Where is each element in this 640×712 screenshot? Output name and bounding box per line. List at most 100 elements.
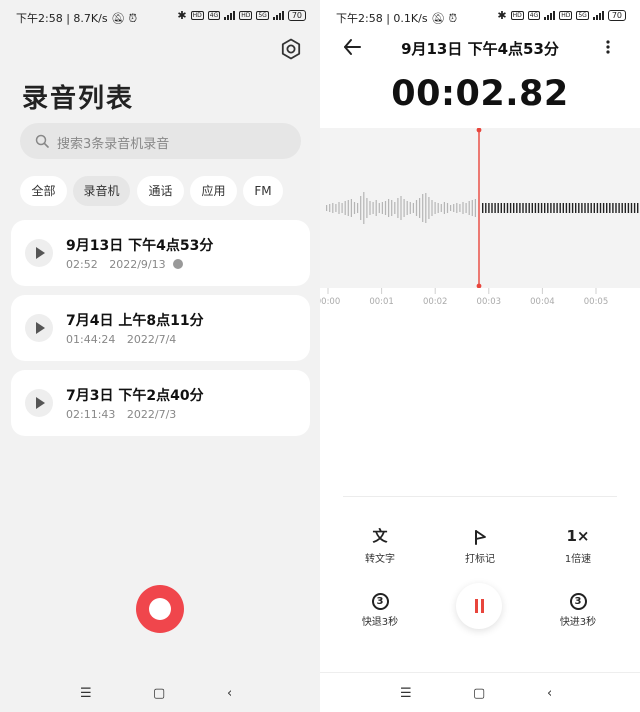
playhead-knob[interactable]	[476, 128, 482, 133]
menu-icon[interactable]: ☰	[400, 686, 412, 701]
waveform-bar	[618, 203, 620, 213]
waveform-bar	[332, 203, 334, 213]
waveform-bar	[360, 196, 362, 220]
record-button[interactable]	[136, 585, 184, 633]
waveform-bar	[540, 203, 543, 213]
network-type-badge: 5G	[576, 11, 589, 20]
waveform-bar	[615, 203, 617, 213]
pause-button[interactable]	[456, 583, 502, 629]
waveform-bar	[357, 203, 359, 213]
waveform-bar	[403, 199, 405, 217]
filter-chip-calls[interactable]: 通话	[137, 176, 184, 206]
waveform[interactable]	[320, 128, 640, 288]
recording-card[interactable]: 7月4日 上午8点11分 01:44:24 2022/7/4	[11, 295, 310, 361]
waveform-bar	[630, 203, 633, 213]
recording-card[interactable]: 9月13日 下午4点53分 02:52 2022/9/13	[11, 220, 310, 286]
waveform-bar	[609, 203, 611, 213]
menu-icon[interactable]: ☰	[80, 686, 92, 701]
waveform-bar	[409, 202, 411, 214]
waveform-bar	[468, 201, 470, 215]
system-nav-bar: ☰ ▢ ‹	[320, 672, 640, 712]
waveform-bar	[519, 203, 521, 213]
recording-date: 2022/7/4	[126, 333, 177, 346]
player-screen: 下午2:58 | 0.1K/s 🔕︎ ⏰︎ ✱ HD 4G HD 5G 70 9…	[320, 0, 640, 712]
play-icon[interactable]	[25, 389, 53, 417]
signal-icon	[272, 11, 284, 20]
waveform-bar	[497, 203, 499, 213]
recording-title: 7月3日 下午2点40分	[66, 388, 204, 404]
recording-card[interactable]: 7月3日 下午2点40分 02:11:43 2022/7/3	[11, 370, 310, 436]
forward-3s-icon: 3	[569, 593, 587, 610]
waveform-bar	[397, 198, 399, 218]
waveform-bar	[494, 203, 496, 213]
network-speed: 0.1K/s	[393, 12, 428, 25]
waveform-bar	[599, 203, 602, 213]
transcribe-button[interactable]: 文 转文字	[340, 526, 420, 565]
signal-icon	[544, 11, 556, 20]
waveform-bar	[553, 203, 555, 213]
more-options-icon[interactable]	[606, 40, 610, 54]
alarm-icon: ⏰︎	[128, 12, 138, 25]
waveform-bar	[606, 203, 608, 213]
elapsed-timer: 00:02.82	[391, 74, 569, 114]
filter-chip-all[interactable]: 全部	[20, 176, 67, 206]
home-icon[interactable]: ▢	[153, 686, 165, 701]
play-icon[interactable]	[25, 314, 53, 342]
waveform-bar	[437, 203, 439, 213]
waveform-bar	[537, 203, 540, 213]
waveform-bar	[624, 203, 626, 213]
timeline-tick-label: 00:05	[584, 297, 609, 307]
hd-badge: HD	[239, 11, 253, 20]
recording-date: 2022/7/3	[126, 408, 177, 421]
waveform-bar	[422, 194, 424, 222]
alarm-icon: ⏰︎	[448, 12, 458, 25]
waveform-bar	[471, 200, 473, 216]
speed-label: 1倍速	[564, 554, 592, 565]
waveform-bar	[544, 203, 546, 213]
add-marker-button[interactable]: 打标记	[440, 526, 520, 565]
waveform-bar	[590, 203, 592, 213]
source-icon	[173, 259, 184, 269]
waveform-bar	[509, 203, 512, 213]
waveform-bar	[341, 203, 343, 213]
search-placeholder: 搜索3条录音机录音	[57, 137, 170, 152]
forward-label: 快进3秒	[559, 617, 597, 628]
rewind-button[interactable]: 3 快退3秒	[340, 589, 420, 628]
divider	[343, 496, 617, 497]
forward-button[interactable]: 3 快进3秒	[538, 589, 618, 628]
filter-chip-apps[interactable]: 应用	[190, 176, 237, 206]
mute-icon: 🔕︎	[111, 12, 126, 25]
waveform-bar	[559, 203, 561, 213]
recording-duration: 02:52	[66, 258, 98, 271]
waveform-bar	[506, 203, 509, 213]
timeline-tick-label: 00:04	[530, 297, 555, 307]
waveform-bar	[329, 204, 331, 212]
flag-icon	[475, 529, 486, 545]
waveform-bar	[450, 205, 452, 211]
hd-badge: HD	[190, 11, 204, 20]
waveform-bar	[581, 203, 583, 213]
filter-chip-recorder[interactable]: 录音机	[73, 176, 130, 206]
bluetooth-icon: ✱	[177, 9, 187, 22]
back-nav-icon[interactable]: ‹	[227, 686, 232, 701]
back-nav-icon[interactable]: ‹	[547, 686, 552, 701]
settings-gear-icon[interactable]	[280, 38, 302, 60]
recording-title: 9月13日 下午4点53分	[401, 40, 559, 58]
recording-duration: 01:44:24	[66, 333, 116, 346]
status-time: 下午2:58	[16, 12, 63, 25]
status-bar: 下午2:58 | 0.1K/s 🔕︎ ⏰︎ ✱ HD 4G HD 5G 70	[320, 0, 640, 30]
recordings-list-screen: 下午2:58 | 8.7K/s 🔕︎ ⏰︎ ✱ HD 4G HD 5G 70 录…	[0, 0, 320, 712]
filter-chip-fm[interactable]: FM	[243, 176, 283, 206]
speed-icon: 1×	[566, 527, 590, 545]
recording-title: 7月4日 上午8点11分	[66, 313, 204, 329]
home-icon[interactable]: ▢	[473, 686, 485, 701]
search-input[interactable]: 搜索3条录音机录音	[20, 123, 301, 159]
timeline-tick-label: 00:00	[320, 297, 340, 307]
recording-duration: 02:11:43	[66, 408, 116, 421]
timeline-ruler: 00:00 00:01 00:02 00:03 00:04 00:05	[320, 288, 609, 307]
waveform-bar	[465, 203, 467, 213]
waveform-bar	[474, 199, 476, 217]
play-icon[interactable]	[25, 239, 53, 267]
waveform-bar	[344, 201, 346, 215]
playback-speed-button[interactable]: 1× 1倍速	[538, 526, 618, 565]
